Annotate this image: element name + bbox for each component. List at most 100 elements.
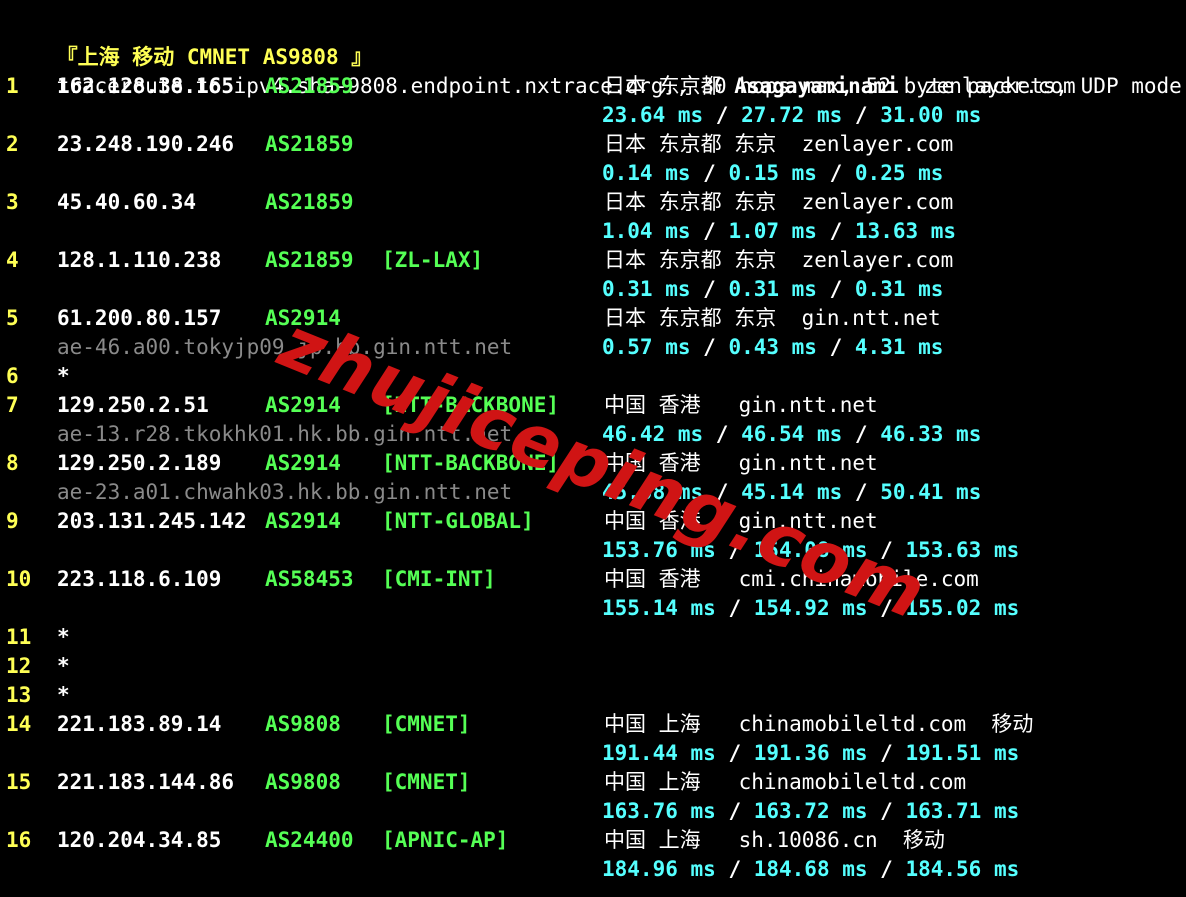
rtt-value: 153.63 ms [905, 538, 1020, 562]
rtt-value: 46.54 ms [741, 422, 843, 446]
rtt-separator: / [690, 335, 729, 359]
rtt-separator: / [715, 596, 754, 620]
rtt-value: 154.08 ms [753, 538, 868, 562]
hop-hostname: ae-46.a00.tokyjp09.jp.bb.gin.ntt.net [57, 335, 513, 359]
rtt-separator: / [867, 538, 906, 562]
rtt-separator: / [842, 480, 881, 504]
rtt-value: 0.15 ms [728, 161, 817, 185]
hop-location: 日本 东京都 Asagayaminami zenlayer.com [604, 72, 1076, 101]
hop-asn: AS2914 [265, 393, 341, 417]
hop-rtt: 23.64 ms / 27.72 ms / 31.00 ms [602, 101, 981, 130]
hop-rtt: 184.96 ms / 184.68 ms / 184.56 ms [602, 855, 1019, 884]
hop-rtt: 46.42 ms / 46.54 ms / 46.33 ms [602, 420, 981, 449]
hop-rtt: 153.76 ms / 154.08 ms / 153.63 ms [602, 536, 1019, 565]
hop-location: 中国 香港 gin.ntt.net [604, 507, 878, 536]
hop-rtt: 163.76 ms / 163.72 ms / 163.71 ms [602, 797, 1019, 826]
rtt-value: 184.56 ms [905, 857, 1020, 881]
rtt-separator: / [867, 596, 906, 620]
rtt-value: 0.31 ms [728, 277, 817, 301]
hop-location-text: 日本 东京都 东京 zenlayer.com [604, 132, 954, 156]
hop-asn: AS21859 [265, 132, 354, 156]
hop-tag: [NTT-GLOBAL] [382, 509, 534, 533]
hop-location-text: 中国 香港 gin.ntt.net [604, 393, 878, 417]
hop-location: 中国 香港 gin.ntt.net [604, 449, 878, 478]
rtt-value: 155.02 ms [905, 596, 1020, 620]
rtt-separator: / [715, 741, 754, 765]
hop-ip: 221.183.144.86 [57, 770, 235, 794]
hop-ip: 203.131.245.142 [57, 509, 247, 533]
hop-hostname: ae-23.a01.chwahk03.hk.bb.gin.ntt.net [57, 480, 513, 504]
rtt-separator: / [690, 219, 729, 243]
hop-ip: 129.250.2.51 [57, 393, 209, 417]
hop-ip: 221.183.89.14 [57, 712, 222, 736]
rtt-separator: / [867, 857, 906, 881]
rtt-separator: / [703, 480, 742, 504]
rtt-separator: / [816, 335, 855, 359]
rtt-value: 0.25 ms [854, 161, 944, 185]
hop-tag: [CMNET] [382, 770, 471, 794]
hop-location: 日本 东京都 东京 zenlayer.com [604, 246, 953, 275]
hop-location-domain: zenlayer.com [898, 74, 1076, 98]
hop-asn: AS21859 [265, 74, 354, 98]
rtt-value: 1.04 ms [602, 219, 691, 243]
rtt-separator: / [867, 741, 906, 765]
rtt-value: 153.76 ms [602, 538, 716, 562]
rtt-value: 4.31 ms [854, 335, 944, 359]
rtt-separator: / [715, 538, 754, 562]
terminal-window[interactable]: 『上海 移动 CMNET AS9808 』 traceroute to ipv4… [0, 0, 1186, 897]
rtt-value: 23.64 ms [602, 103, 704, 127]
rtt-value: 0.14 ms [602, 161, 691, 185]
rtt-separator: / [690, 277, 729, 301]
rtt-value: 155.14 ms [602, 596, 716, 620]
rtt-value: 191.44 ms [602, 741, 716, 765]
hop-rtt: 0.14 ms / 0.15 ms / 0.25 ms [602, 159, 943, 188]
hop-location: 日本 东京都 东京 gin.ntt.net [604, 304, 941, 333]
hop-number: 6 [6, 364, 19, 388]
hop-ip: 61.200.80.157 [57, 306, 222, 330]
rtt-separator: / [816, 277, 855, 301]
hop-location-text: 中国 香港 gin.ntt.net [604, 509, 878, 533]
rtt-value: 45.08 ms [602, 480, 704, 504]
hop-tag: [APNIC-AP] [382, 828, 509, 852]
hop-asn: AS2914 [265, 451, 341, 475]
hop-number: 15 [6, 770, 32, 794]
hop-rtt: 0.57 ms / 0.43 ms / 4.31 ms [602, 333, 943, 362]
rtt-separator: / [816, 219, 855, 243]
rtt-separator: / [842, 103, 881, 127]
rtt-value: 46.42 ms [602, 422, 704, 446]
hop-ip: 129.250.2.189 [57, 451, 222, 475]
hop-number: 9 [6, 509, 19, 533]
rtt-value: 154.92 ms [753, 596, 868, 620]
rtt-value: 191.51 ms [905, 741, 1020, 765]
rtt-value: 0.31 ms [854, 277, 944, 301]
hop-ip: 162.128.38.165 [57, 74, 235, 98]
rtt-value: 0.57 ms [602, 335, 691, 359]
rtt-value: 0.43 ms [728, 335, 817, 359]
hop-number: 8 [6, 451, 19, 475]
hop-location: 日本 东京都 东京 zenlayer.com [604, 130, 953, 159]
hop-location-text: 日本 东京都 东京 zenlayer.com [604, 190, 954, 214]
rtt-separator: / [703, 103, 742, 127]
hop-number: 7 [6, 393, 19, 417]
hop-tag: [CMI-INT] [382, 567, 496, 591]
hop-hostname: ae-13.r28.tkokhk01.hk.bb.gin.ntt.net [57, 422, 513, 446]
rtt-value: 163.72 ms [753, 799, 868, 823]
hop-location-text: 中国 香港 cmi.chinamobile.com [604, 567, 979, 591]
hop-asn: AS2914 [265, 509, 341, 533]
rtt-value: 191.36 ms [753, 741, 868, 765]
rtt-value: 31.00 ms [880, 103, 982, 127]
hop-number: 12 [6, 654, 32, 678]
hop-ip: 120.204.34.85 [57, 828, 222, 852]
hop-asn: AS21859 [265, 248, 354, 272]
hop-number: 14 [6, 712, 32, 736]
hop-tag: [NTT-BACKBONE] [382, 451, 560, 475]
hop-number: 10 [6, 567, 32, 591]
rtt-value: 184.68 ms [753, 857, 868, 881]
hop-number: 4 [6, 248, 19, 272]
hop-timeout: * [57, 683, 70, 707]
hop-rtt: 0.31 ms / 0.31 ms / 0.31 ms [602, 275, 943, 304]
hop-timeout: * [57, 654, 70, 678]
rtt-separator: / [715, 857, 754, 881]
hop-number: 16 [6, 828, 32, 852]
rtt-separator: / [703, 422, 742, 446]
